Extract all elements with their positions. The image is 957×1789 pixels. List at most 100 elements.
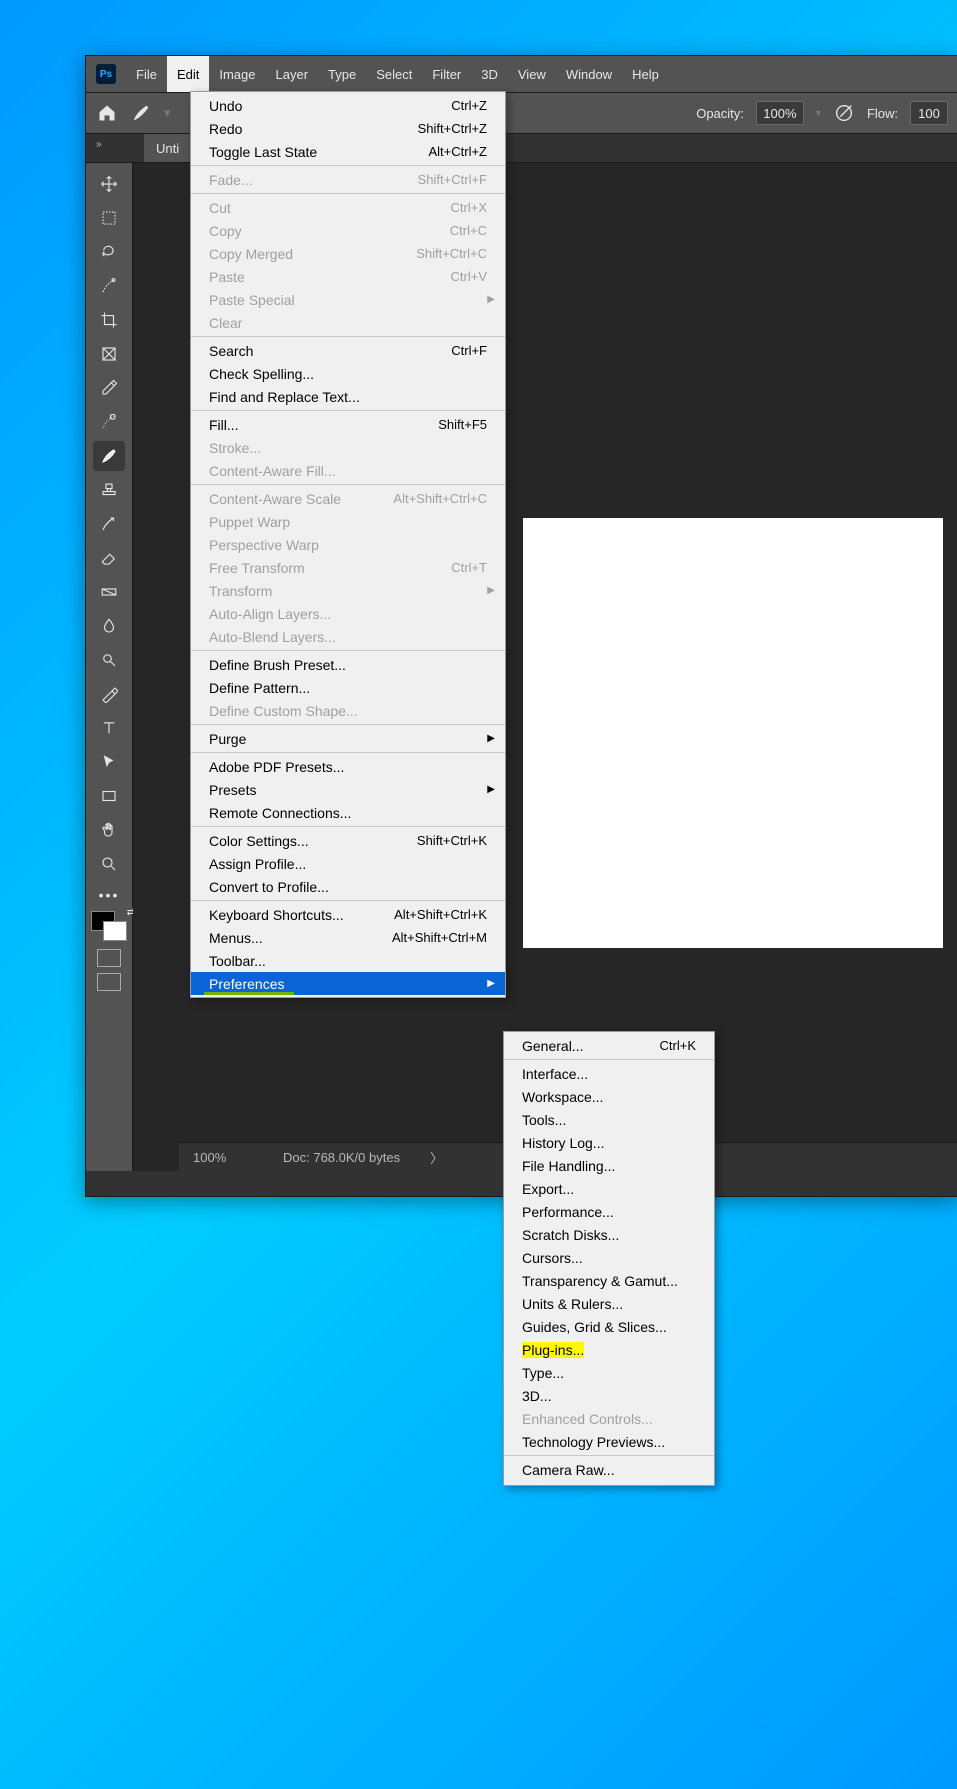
- menu-item-search[interactable]: SearchCtrl+F: [191, 339, 505, 362]
- menu-filter[interactable]: Filter: [422, 56, 471, 92]
- menu-item-fill[interactable]: Fill...Shift+F5: [191, 413, 505, 436]
- edit-menu-dropdown: UndoCtrl+ZRedoShift+Ctrl+ZToggle Last St…: [190, 91, 506, 998]
- menu-item-3d[interactable]: 3D...: [504, 1384, 714, 1407]
- home-icon[interactable]: [96, 103, 118, 123]
- menu-bar: FileEditImageLayerTypeSelectFilter3DView…: [126, 56, 669, 92]
- menu-select[interactable]: Select: [366, 56, 422, 92]
- menu-item-check-spelling[interactable]: Check Spelling...: [191, 362, 505, 385]
- menu-item-paste-special: Paste Special▶: [191, 288, 505, 311]
- history-brush-tool[interactable]: [93, 509, 125, 539]
- opacity-label: Opacity:: [696, 106, 744, 121]
- path-selection-tool[interactable]: [93, 747, 125, 777]
- quick-mask-icon[interactable]: [97, 949, 121, 967]
- dodge-tool[interactable]: [93, 645, 125, 675]
- healing-brush-tool[interactable]: [93, 407, 125, 437]
- menu-item-define-pattern[interactable]: Define Pattern...: [191, 676, 505, 699]
- menu-item-interface[interactable]: Interface...: [504, 1062, 714, 1085]
- menu-item-technology-previews[interactable]: Technology Previews...: [504, 1430, 714, 1453]
- menu-item-find-and-replace-text[interactable]: Find and Replace Text...: [191, 385, 505, 408]
- menu-item-redo[interactable]: RedoShift+Ctrl+Z: [191, 117, 505, 140]
- color-swatches[interactable]: ⇄: [91, 911, 127, 935]
- doc-status[interactable]: Doc: 768.0K/0 bytes: [283, 1150, 400, 1165]
- menu-item-adobe-pdf-presets[interactable]: Adobe PDF Presets...: [191, 755, 505, 778]
- screen-mode-icon[interactable]: [97, 973, 121, 991]
- menu-item-units-rulers[interactable]: Units & Rulers...: [504, 1292, 714, 1315]
- menu-item-keyboard-shortcuts[interactable]: Keyboard Shortcuts...Alt+Shift+Ctrl+K: [191, 903, 505, 926]
- blur-tool[interactable]: [93, 611, 125, 641]
- crop-tool[interactable]: [93, 305, 125, 335]
- menu-item-presets[interactable]: Presets▶: [191, 778, 505, 801]
- selection-brush-tool[interactable]: [93, 271, 125, 301]
- menu-item-export[interactable]: Export...: [504, 1177, 714, 1200]
- menu-type[interactable]: Type: [318, 56, 366, 92]
- tab-chevron-icon[interactable]: »: [96, 139, 102, 150]
- flow-label: Flow:: [867, 106, 898, 121]
- menu-layer[interactable]: Layer: [266, 56, 319, 92]
- menu-file[interactable]: File: [126, 56, 167, 92]
- menu-item-preferences[interactable]: Preferences▶: [191, 972, 505, 995]
- menu-view[interactable]: View: [508, 56, 556, 92]
- move-tool[interactable]: [93, 169, 125, 199]
- rectangle-tool[interactable]: [93, 781, 125, 811]
- status-arrow-icon[interactable]: 〉: [430, 1148, 443, 1167]
- menu-item-auto-align-layers: Auto-Align Layers...: [191, 602, 505, 625]
- gradient-tool[interactable]: [93, 577, 125, 607]
- brush-tool[interactable]: [93, 441, 125, 471]
- menu-item-camera-raw[interactable]: Camera Raw...: [504, 1458, 714, 1481]
- menu-item-copy-merged: Copy MergedShift+Ctrl+C: [191, 242, 505, 265]
- menu-item-type[interactable]: Type...: [504, 1361, 714, 1384]
- canvas[interactable]: [523, 518, 943, 948]
- menu-item-transform: Transform▶: [191, 579, 505, 602]
- title-bar: Ps FileEditImageLayerTypeSelectFilter3DV…: [86, 56, 957, 93]
- menu-item-general[interactable]: General...Ctrl+K: [504, 1034, 714, 1057]
- menu-item-plug-ins[interactable]: Plug-ins...: [504, 1338, 714, 1361]
- marquee-tool[interactable]: [93, 203, 125, 233]
- eyedropper-tool[interactable]: [93, 373, 125, 403]
- menu-3d[interactable]: 3D: [471, 56, 508, 92]
- menu-item-menus[interactable]: Menus...Alt+Shift+Ctrl+M: [191, 926, 505, 949]
- pen-tool[interactable]: [93, 679, 125, 709]
- menu-item-toggle-last-state[interactable]: Toggle Last StateAlt+Ctrl+Z: [191, 140, 505, 163]
- menu-item-history-log[interactable]: History Log...: [504, 1131, 714, 1154]
- menu-item-convert-to-profile[interactable]: Convert to Profile...: [191, 875, 505, 898]
- lasso-tool[interactable]: [93, 237, 125, 267]
- menu-item-cursors[interactable]: Cursors...: [504, 1246, 714, 1269]
- chevron-down-icon[interactable]: ▾: [816, 108, 821, 119]
- stamp-tool[interactable]: [93, 475, 125, 505]
- menu-item-tools[interactable]: Tools...: [504, 1108, 714, 1131]
- menu-edit[interactable]: Edit: [167, 56, 209, 92]
- type-tool[interactable]: [93, 713, 125, 743]
- pressure-opacity-icon[interactable]: [833, 102, 855, 124]
- menu-item-cut: CutCtrl+X: [191, 196, 505, 219]
- menu-item-transparency-gamut[interactable]: Transparency & Gamut...: [504, 1269, 714, 1292]
- menu-item-fade: Fade...Shift+Ctrl+F: [191, 168, 505, 191]
- menu-item-define-brush-preset[interactable]: Define Brush Preset...: [191, 653, 505, 676]
- menu-item-remote-connections[interactable]: Remote Connections...: [191, 801, 505, 824]
- menu-window[interactable]: Window: [556, 56, 622, 92]
- frame-tool[interactable]: [93, 339, 125, 369]
- menu-item-undo[interactable]: UndoCtrl+Z: [191, 94, 505, 117]
- tools-panel: ••• ⇄: [86, 163, 133, 1171]
- menu-item-toolbar[interactable]: Toolbar...: [191, 949, 505, 972]
- menu-item-purge[interactable]: Purge▶: [191, 727, 505, 750]
- menu-item-workspace[interactable]: Workspace...: [504, 1085, 714, 1108]
- zoom-value[interactable]: 100%: [193, 1150, 253, 1165]
- menu-item-performance[interactable]: Performance...: [504, 1200, 714, 1223]
- menu-help[interactable]: Help: [622, 56, 669, 92]
- eraser-tool[interactable]: [93, 543, 125, 573]
- edit-toolbar-icon[interactable]: •••: [99, 887, 120, 903]
- menu-item-assign-profile[interactable]: Assign Profile...: [191, 852, 505, 875]
- hand-tool[interactable]: [93, 815, 125, 845]
- opacity-field[interactable]: 100%: [756, 101, 804, 125]
- zoom-tool[interactable]: [93, 849, 125, 879]
- menu-item-stroke: Stroke...: [191, 436, 505, 459]
- menu-item-color-settings[interactable]: Color Settings...Shift+Ctrl+K: [191, 829, 505, 852]
- menu-item-file-handling[interactable]: File Handling...: [504, 1154, 714, 1177]
- menu-item-scratch-disks[interactable]: Scratch Disks...: [504, 1223, 714, 1246]
- menu-item-guides-grid-slices[interactable]: Guides, Grid & Slices...: [504, 1315, 714, 1338]
- document-tab[interactable]: Unti: [144, 134, 192, 162]
- menu-item-auto-blend-layers: Auto-Blend Layers...: [191, 625, 505, 648]
- flow-field[interactable]: 100: [910, 101, 948, 125]
- brush-preset-icon[interactable]: [130, 102, 152, 124]
- menu-image[interactable]: Image: [209, 56, 265, 92]
